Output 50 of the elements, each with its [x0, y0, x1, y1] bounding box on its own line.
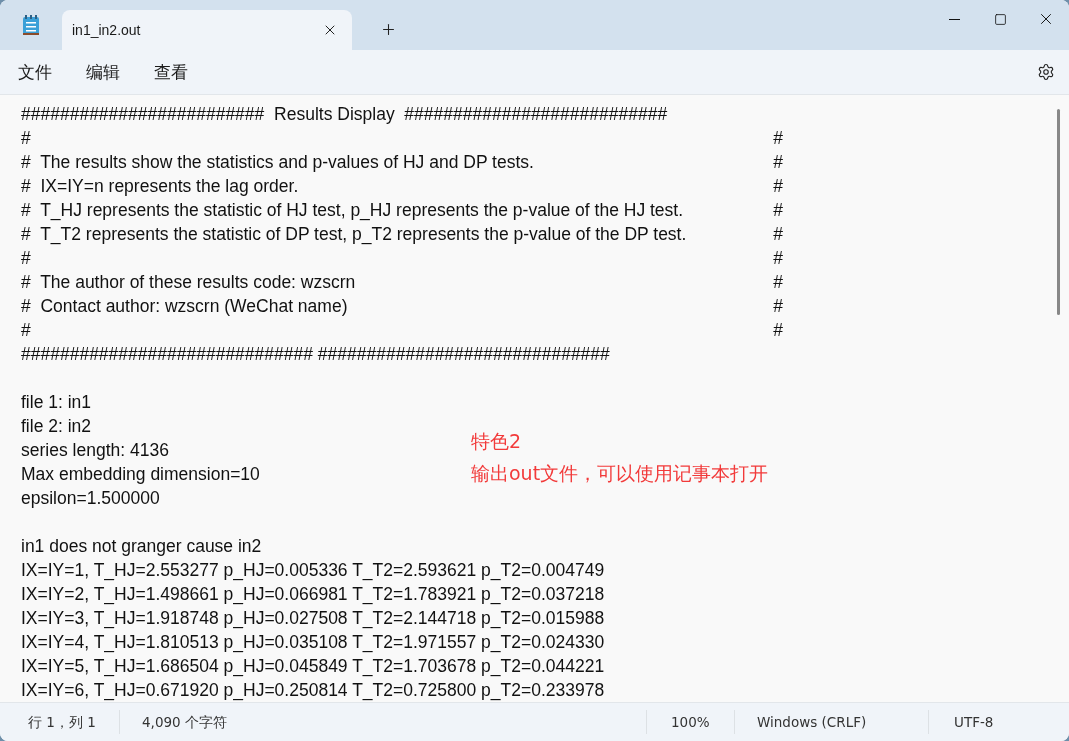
zoom-level: 100% [647, 710, 735, 734]
text-line: file 1: in1 [21, 391, 92, 414]
text-line: in1 does not granger cause in2 [21, 535, 262, 558]
scrollbar-thumb[interactable] [1057, 109, 1060, 315]
menu-item[interactable]: 编辑 [76, 56, 130, 88]
text-line: # Contact author: wzscrn (WeChat name) [21, 295, 348, 318]
text-line: # [21, 247, 31, 270]
text-line: IX=IY=5, T_HJ=1.686504 p_HJ=0.045849 T_T2=1.703678 p_T2=0.044221 [21, 655, 605, 678]
text-line: # [773, 295, 783, 318]
menu-item[interactable]: 文件 [8, 56, 62, 88]
text-line: # [773, 271, 783, 294]
annotation-text: 特色2 [471, 429, 523, 454]
text-line: IX=IY=1, T_HJ=2.553277 p_HJ=0.005336 T_T2=2.593621 p_T2=0.004749 [21, 559, 605, 582]
notepad-icon [22, 14, 40, 36]
line-ending: Windows (CRLF) [735, 710, 929, 734]
text-line: # T_HJ represents the statistic of HJ test, p_HJ represents the p-value of the HJ test. [21, 199, 684, 222]
text-line: # [773, 247, 783, 270]
text-line: # [773, 199, 783, 222]
tab-title: in1_in2.out [72, 22, 141, 38]
text-line: ############################## ############################## [21, 343, 610, 366]
text-line: IX=IY=2, T_HJ=1.498661 p_HJ=0.066981 T_T2=1.783921 p_T2=0.037218 [21, 583, 605, 606]
text-line: file 2: in2 [21, 415, 92, 438]
text-line: # [21, 127, 31, 150]
text-line: # [773, 319, 783, 342]
text-line: # [773, 175, 783, 198]
text-line: # [773, 223, 783, 246]
text-line: IX=IY=6, T_HJ=0.671920 p_HJ=0.250814 T_T2=0.725800 p_T2=0.233978 [21, 679, 605, 702]
plus-icon [380, 21, 397, 38]
text-line: # [773, 127, 783, 150]
text-line: # [773, 151, 783, 174]
text-line: IX=IY=4, T_HJ=1.810513 p_HJ=0.035108 T_T2=1.971557 p_T2=0.024330 [21, 631, 605, 654]
text-line: # IX=IY=n represents the lag order. [21, 175, 299, 198]
maximize-icon [993, 12, 1007, 26]
text-line: # The author of these results code: wzscrn [21, 271, 356, 294]
text-line: # [21, 319, 31, 342]
text-line: # T_T2 represents the statistic of DP test, p_T2 represents the p-value of the DP test. [21, 223, 687, 246]
file-tab[interactable]: in1_in2.out [62, 10, 352, 50]
settings-icon [1037, 63, 1055, 81]
text-line: epsilon=1.500000 [21, 487, 160, 510]
minimize-icon [948, 18, 960, 20]
encoding: UTF-8 [953, 713, 995, 732]
annotation-text: 输出out文件，可以使用记事本打开 [471, 461, 769, 486]
text-line: Max embedding dimension=10 [21, 463, 260, 486]
text-line: series length: 4136 [21, 439, 169, 462]
cursor-position: 行 1，列 1 [0, 710, 120, 734]
text-line: IX=IY=3, T_HJ=1.918748 p_HJ=0.027508 T_T2=2.144718 p_T2=0.015988 [21, 607, 605, 630]
text-line: # The results show the statistics and p-values of HJ and DP tests. [21, 151, 534, 174]
menu-item[interactable]: 查看 [144, 56, 198, 88]
character-count: 4,090 个字符 [141, 713, 228, 732]
text-line: ######################### Results Display ########################### [21, 103, 668, 126]
